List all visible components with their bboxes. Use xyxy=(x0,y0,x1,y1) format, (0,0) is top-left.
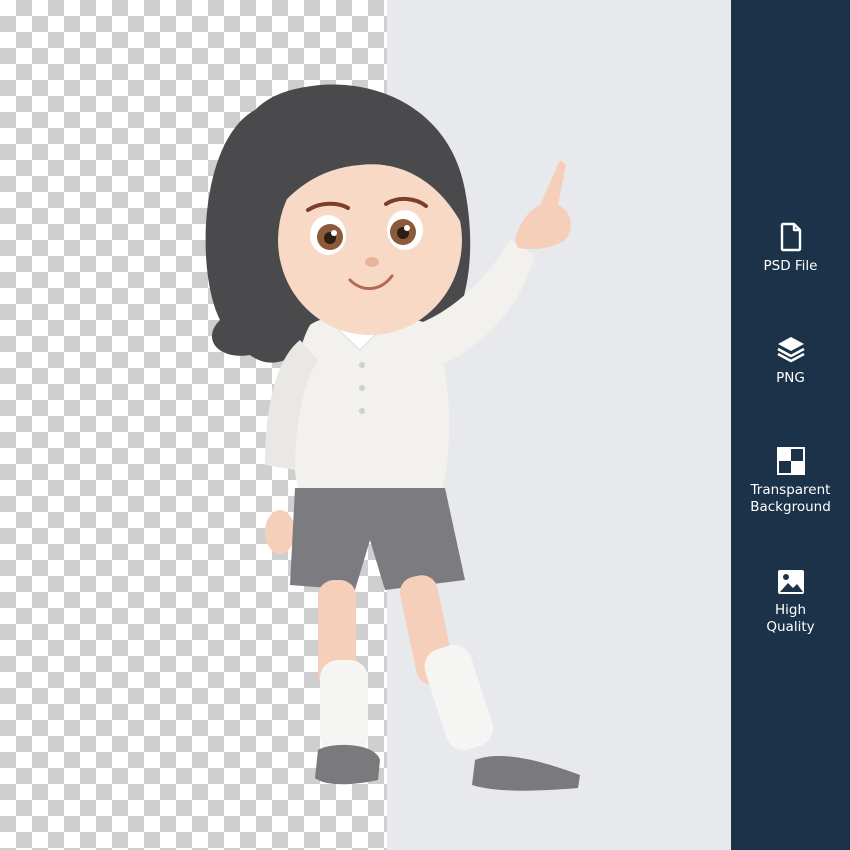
file-icon xyxy=(731,222,850,252)
features-sidebar: PSD File PNG Transparent Background High… xyxy=(731,0,850,850)
feature-label: PSD File xyxy=(763,258,818,274)
feature-image: High Quality xyxy=(731,568,850,636)
feature-transparency-grid: Transparent Background xyxy=(731,446,850,516)
feature-file: PSD File xyxy=(731,222,850,275)
feature-label: High Quality xyxy=(766,602,815,635)
transparency-grid-icon xyxy=(731,446,850,476)
feature-label: Transparent Background xyxy=(750,482,831,515)
cartoon-girl-illustration xyxy=(205,84,580,791)
image-icon xyxy=(731,568,850,596)
feature-label: PNG xyxy=(776,370,805,386)
layers-icon xyxy=(731,334,850,364)
feature-layers: PNG xyxy=(731,334,850,387)
